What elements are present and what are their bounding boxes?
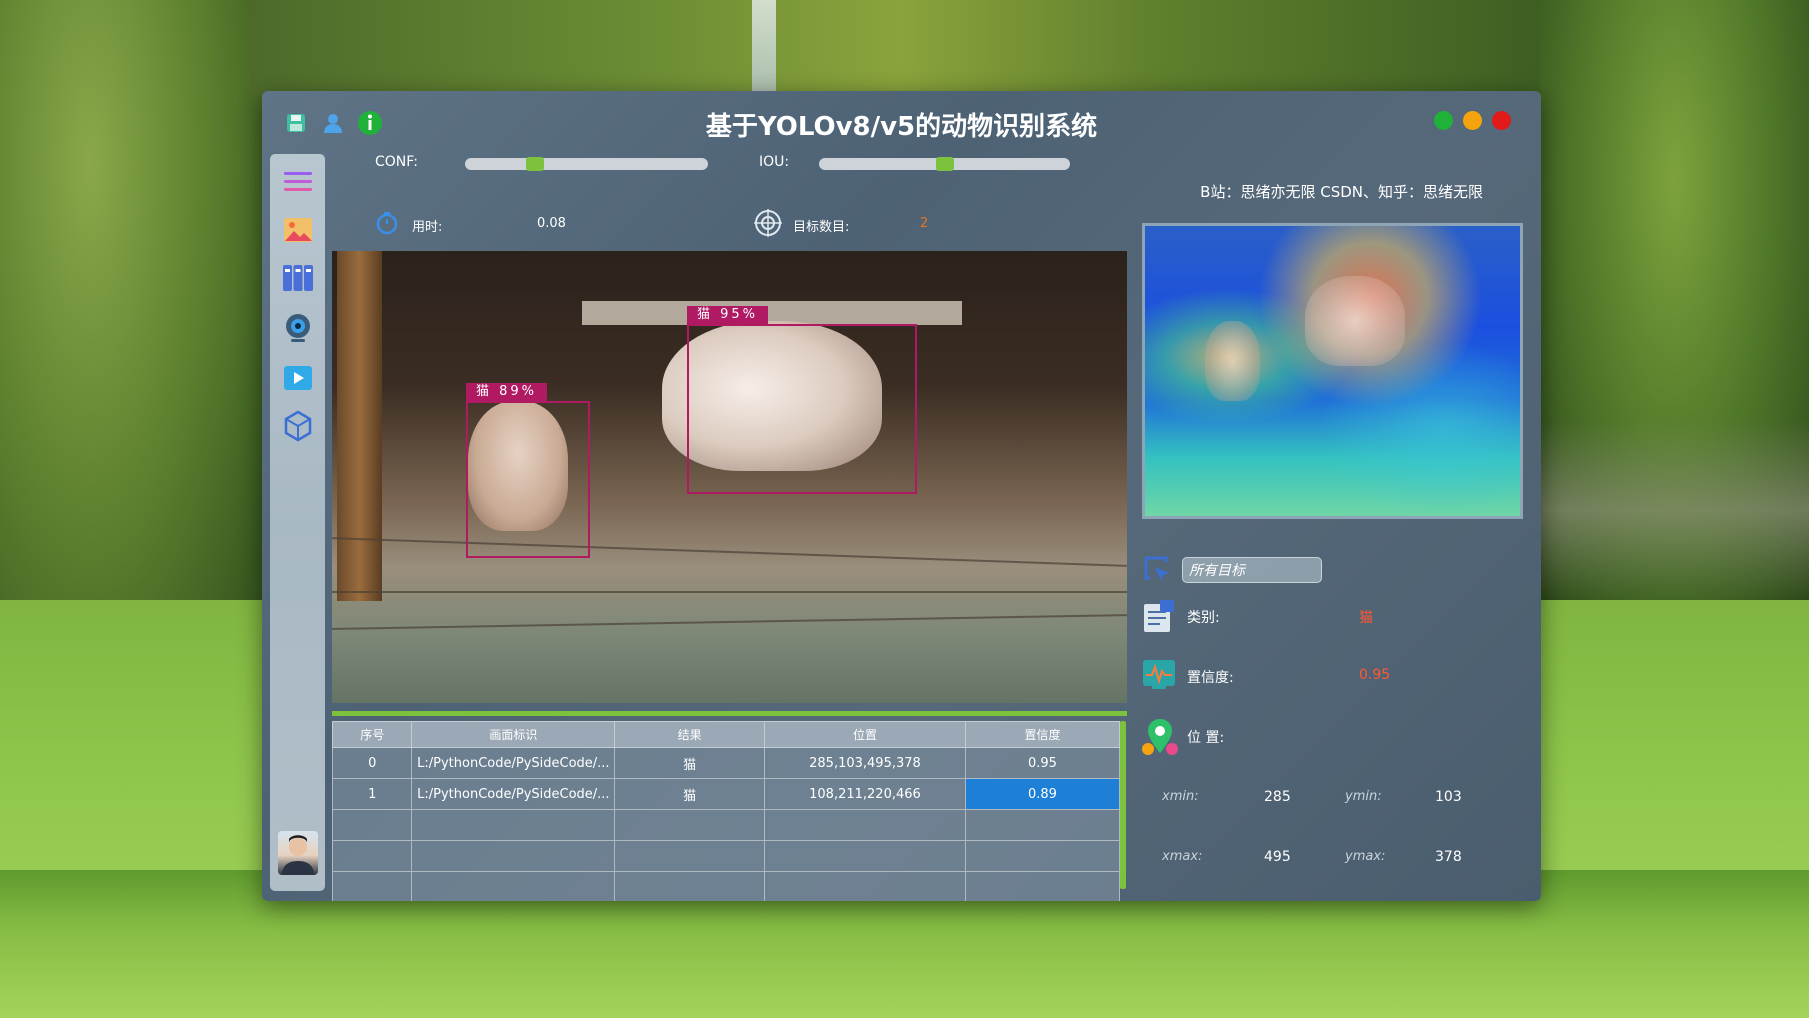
- class-icon: [1142, 600, 1176, 634]
- table-cell[interactable]: [331, 809, 413, 841]
- detection-box-label: 猫 89%: [466, 383, 548, 401]
- window-controls: [1434, 111, 1511, 130]
- ymax-value: 378: [1435, 849, 1462, 865]
- maximize-button[interactable]: [1434, 111, 1453, 130]
- table-row-empty[interactable]: [331, 809, 1121, 841]
- author-credit: B站：思绪亦无限 CSDN、知乎：思绪无限: [1200, 183, 1483, 201]
- close-button[interactable]: [1492, 111, 1511, 130]
- detection-box-label: 猫 95%: [687, 306, 769, 324]
- timer-icon: [375, 211, 399, 235]
- table-cell[interactable]: [964, 871, 1121, 901]
- xmin-value: 285: [1264, 789, 1291, 805]
- ymin-value: 103: [1435, 789, 1462, 805]
- iou-slider-handle[interactable]: [936, 157, 954, 171]
- table-cell[interactable]: L:/PythonCode/PySideCode/...: [411, 747, 616, 779]
- table-cell[interactable]: [764, 840, 966, 872]
- class-value: 猫: [1359, 610, 1373, 626]
- table-cell[interactable]: [764, 809, 966, 841]
- xmax-value: 495: [1264, 849, 1291, 865]
- target-count-label: 目标数目:: [793, 220, 850, 235]
- table-cell[interactable]: [411, 871, 616, 901]
- table-cell[interactable]: L:/PythonCode/PySideCode/...: [411, 778, 616, 810]
- select-target-icon: [1142, 554, 1174, 586]
- table-cell[interactable]: 285,103,495,378: [764, 747, 966, 779]
- video-icon[interactable]: [282, 362, 314, 394]
- table-cell[interactable]: 0: [331, 747, 413, 779]
- confidence-icon: [1142, 657, 1176, 691]
- target-count-value: 2: [920, 216, 929, 231]
- detection-box: 猫 95%: [687, 306, 917, 494]
- class-label: 类别:: [1187, 610, 1220, 626]
- iou-slider[interactable]: [819, 157, 1070, 171]
- table-header[interactable]: 结果: [614, 721, 766, 748]
- iou-label: IOU:: [759, 154, 790, 170]
- image-tile-line: [332, 614, 1127, 630]
- table-header-row: 序号 画面标识 结果 位置 置信度: [331, 721, 1121, 748]
- batch-icon[interactable]: [282, 262, 314, 294]
- table-cell[interactable]: [614, 809, 766, 841]
- table-row-empty[interactable]: [331, 840, 1121, 872]
- table-cell[interactable]: [411, 840, 616, 872]
- image-progress-bar: [332, 711, 1127, 716]
- table-cell-selected[interactable]: 0.89: [964, 778, 1121, 810]
- table-cell[interactable]: [964, 809, 1121, 841]
- confidence-value: 0.95: [1359, 667, 1391, 683]
- conf-slider[interactable]: [465, 157, 708, 171]
- menu-icon[interactable]: [282, 166, 314, 198]
- table-cell[interactable]: [764, 871, 966, 901]
- location-icon: [1140, 717, 1180, 757]
- table-cell[interactable]: 猫: [614, 747, 766, 779]
- table-cell[interactable]: [331, 871, 413, 901]
- xmax-label: xmax:: [1162, 849, 1203, 864]
- wallpaper-waterfall: [752, 0, 776, 95]
- detection-box: 猫 89%: [466, 383, 590, 558]
- wallpaper-rocks: [1540, 420, 1809, 600]
- image-door-post: [337, 251, 382, 601]
- table-cell[interactable]: 1: [331, 778, 413, 810]
- wallpaper-mountain-top: [250, 0, 1550, 95]
- xmin-label: xmin:: [1162, 789, 1199, 804]
- table-cell[interactable]: 108,211,220,466: [764, 778, 966, 810]
- sidebar: [270, 154, 325, 891]
- image-tile-line: [332, 591, 1127, 593]
- results-table: 序号 画面标识 结果 位置 置信度 0 L:/PythonCode/PySide…: [331, 721, 1121, 901]
- ymin-label: ymin:: [1345, 789, 1382, 804]
- detection-image: 猫 89% 猫 95%: [332, 251, 1127, 703]
- model-icon[interactable]: [282, 410, 314, 442]
- heatmap-cat-small: [1205, 321, 1260, 401]
- heatmap-cat-large: [1305, 276, 1405, 366]
- table-scrollbar[interactable]: [1120, 721, 1126, 889]
- conf-label: CONF:: [375, 154, 418, 170]
- table-header[interactable]: 位置: [764, 721, 966, 748]
- table-cell[interactable]: 0.95: [964, 747, 1121, 779]
- target-icon: [754, 209, 782, 237]
- table-cell[interactable]: [411, 809, 616, 841]
- table-row[interactable]: 1 L:/PythonCode/PySideCode/... 猫 108,211…: [331, 778, 1121, 810]
- position-label: 位 置:: [1187, 730, 1225, 746]
- image-tile-line: [332, 537, 1127, 567]
- table-cell[interactable]: [331, 840, 413, 872]
- table-header[interactable]: 画面标识: [411, 721, 616, 748]
- time-value: 0.08: [537, 216, 566, 231]
- table-row[interactable]: 0 L:/PythonCode/PySideCode/... 猫 285,103…: [331, 747, 1121, 779]
- conf-slider-handle[interactable]: [526, 157, 544, 171]
- ymax-label: ymax:: [1345, 849, 1386, 864]
- table-cell[interactable]: 猫: [614, 778, 766, 810]
- table-row-empty[interactable]: [331, 871, 1121, 901]
- image-icon[interactable]: [282, 214, 314, 246]
- camera-icon[interactable]: [282, 312, 314, 344]
- table-cell[interactable]: [964, 840, 1121, 872]
- heatmap-image: [1142, 223, 1523, 519]
- target-select[interactable]: 所有目标: [1182, 557, 1322, 583]
- time-label: 用时:: [412, 220, 443, 235]
- table-cell[interactable]: [614, 871, 766, 901]
- minimize-button[interactable]: [1463, 111, 1482, 130]
- avatar[interactable]: [278, 831, 318, 875]
- confidence-label: 置信度:: [1187, 670, 1234, 686]
- table-cell[interactable]: [614, 840, 766, 872]
- table-header[interactable]: 置信度: [964, 721, 1121, 748]
- app-window: 基于YOLOv8/v5的动物识别系统 CONF: IOU: B站：思绪亦无限 C…: [262, 91, 1541, 901]
- table-header[interactable]: 序号: [331, 721, 413, 748]
- window-title: 基于YOLOv8/v5的动物识别系统: [705, 112, 1098, 142]
